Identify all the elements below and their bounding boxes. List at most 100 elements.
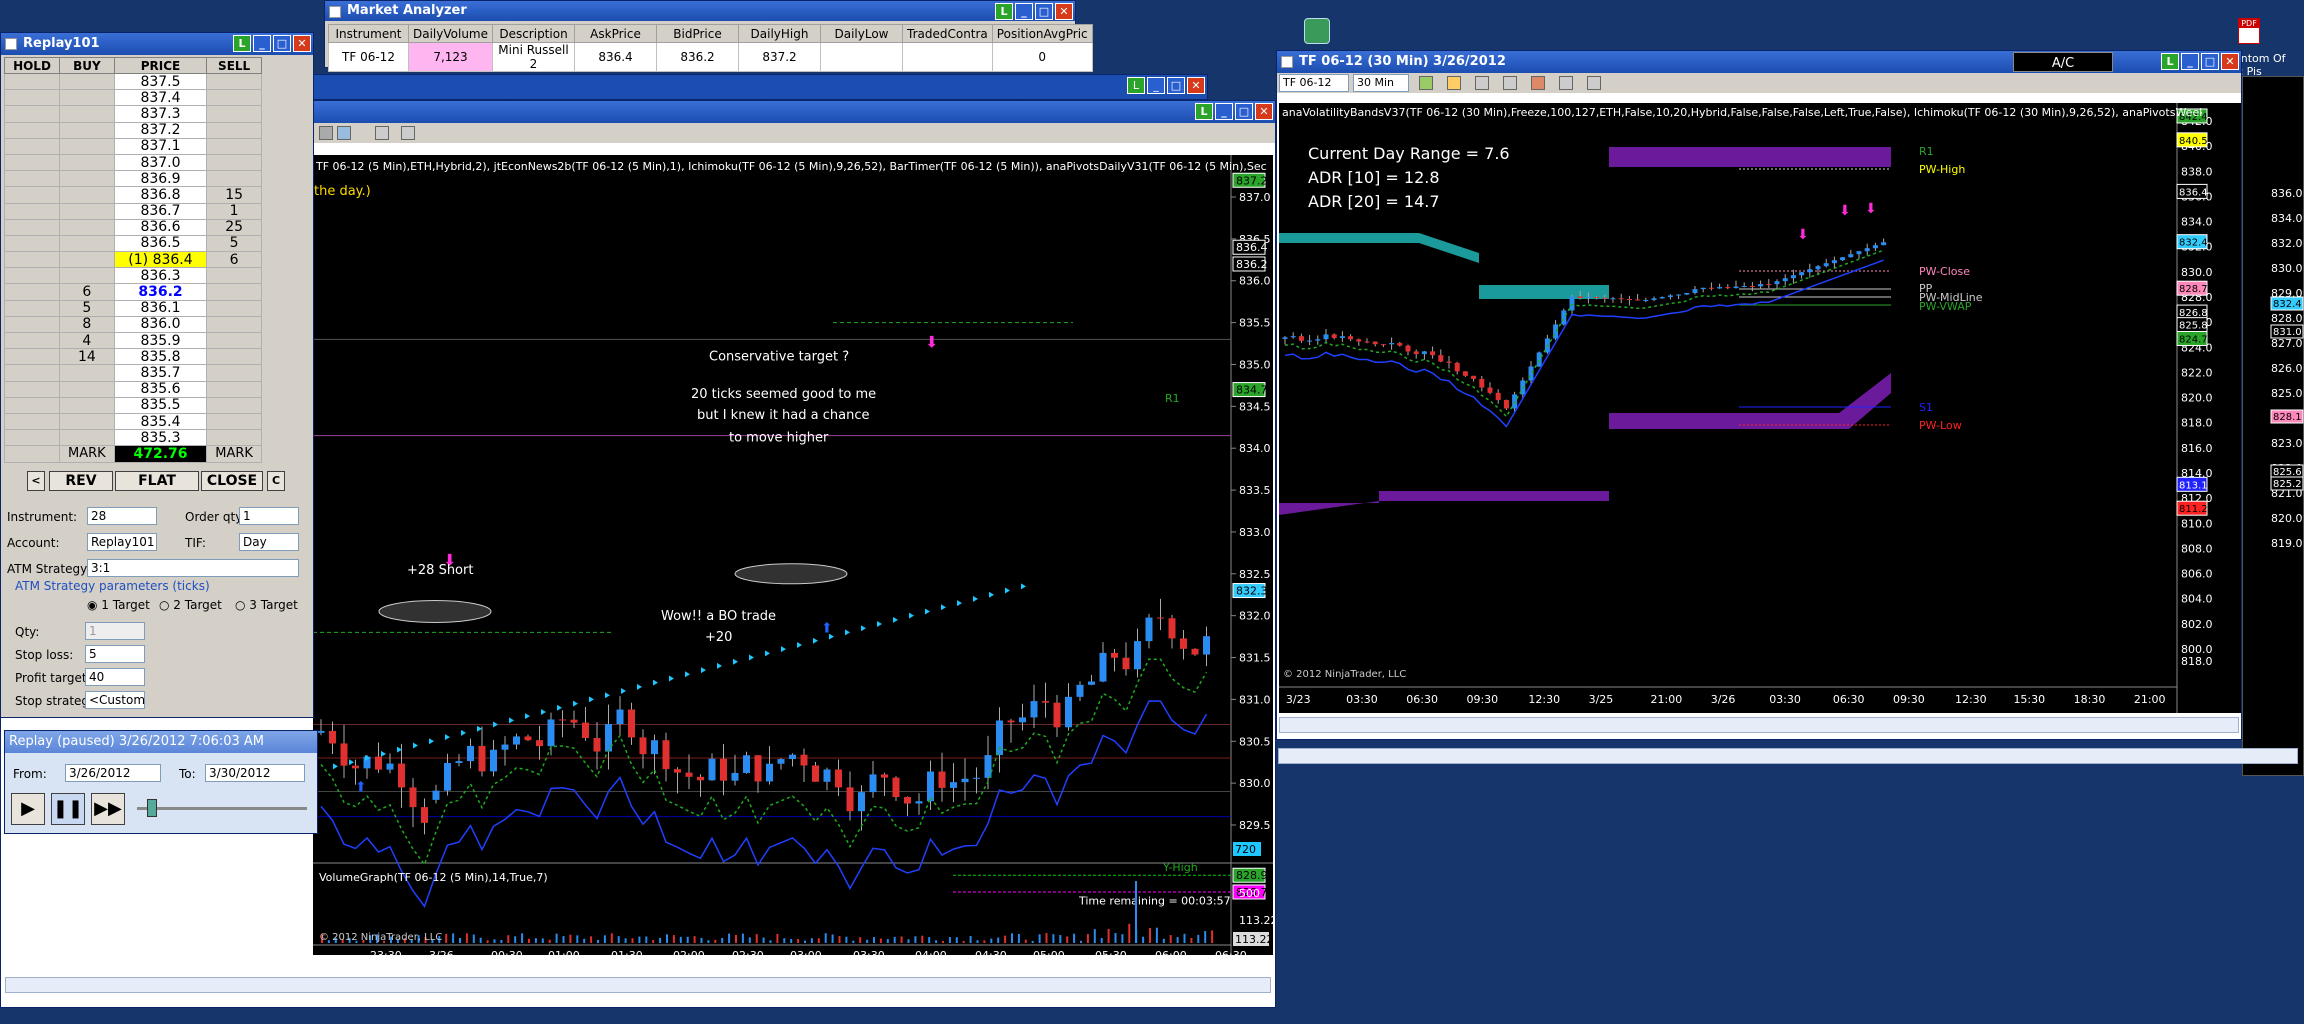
toolbar-icon[interactable]: [1559, 76, 1573, 90]
hold-cell[interactable]: [4, 380, 60, 398]
price-cell[interactable]: 836.8: [113, 186, 208, 204]
price-cell[interactable]: 836.3: [113, 267, 208, 285]
buy-cell[interactable]: [59, 170, 115, 188]
from-date-field[interactable]: 3/26/2012: [65, 764, 161, 782]
toolbar-icon[interactable]: [375, 126, 389, 140]
column-header[interactable]: TradedContra: [902, 24, 993, 43]
pause-button[interactable]: ❚❚: [51, 793, 85, 825]
cell[interactable]: TF 06-12: [328, 42, 409, 72]
cell[interactable]: 837.2: [738, 42, 821, 72]
minimize-icon[interactable]: _: [1147, 77, 1165, 94]
link-icon[interactable]: L: [233, 35, 251, 52]
cell[interactable]: 836.2: [656, 42, 739, 72]
sell-cell[interactable]: [206, 299, 262, 317]
buy-cell[interactable]: 4: [59, 331, 115, 350]
hold-cell[interactable]: [4, 364, 60, 382]
link-icon[interactable]: L: [1127, 77, 1145, 94]
toolbar-icon[interactable]: [401, 126, 415, 140]
buy-cell[interactable]: 5: [59, 299, 115, 317]
hold-cell[interactable]: [4, 234, 60, 253]
hold-cell[interactable]: [4, 153, 60, 172]
buy-cell[interactable]: [59, 202, 115, 220]
minimize-icon[interactable]: _: [253, 35, 271, 52]
market-analyzer-titlebar[interactable]: Market Analyzer L _ □ ✕: [325, 1, 1075, 21]
maximize-icon[interactable]: □: [2201, 53, 2219, 70]
stop-strategy-select[interactable]: <Custom: [85, 691, 145, 709]
pdf-desktop-icon[interactable]: PDF: [2238, 18, 2260, 44]
buy-cell[interactable]: [59, 380, 115, 398]
stop-loss-stepper[interactable]: 5: [85, 645, 145, 663]
minimize-icon[interactable]: _: [2181, 53, 2199, 70]
hold-cell[interactable]: [4, 202, 60, 220]
profit-target-stepper[interactable]: 40: [85, 668, 145, 686]
hold-cell[interactable]: [4, 105, 60, 123]
price-cell[interactable]: 835.9: [113, 331, 208, 350]
buy-cell[interactable]: 8: [59, 315, 115, 334]
hold-cell[interactable]: [4, 299, 60, 317]
sell-cell[interactable]: [206, 283, 262, 301]
hold-cell[interactable]: [4, 137, 60, 155]
buy-cell[interactable]: [59, 105, 115, 123]
minimize-icon[interactable]: _: [1215, 103, 1233, 120]
price-cell[interactable]: 835.8: [113, 348, 208, 366]
toolbar-icon[interactable]: [1587, 76, 1601, 90]
sell-cell[interactable]: [206, 153, 262, 172]
sell-cell[interactable]: [206, 170, 262, 188]
column-header[interactable]: Description: [492, 24, 575, 43]
maximize-icon[interactable]: □: [273, 35, 291, 52]
buy-cell[interactable]: [59, 153, 115, 172]
buy-cell[interactable]: 6: [59, 283, 115, 301]
price-cell[interactable]: 835.7: [113, 364, 208, 382]
hold-cell[interactable]: [4, 283, 60, 301]
sell-cell[interactable]: [206, 429, 262, 447]
price-cell[interactable]: 837.3: [113, 105, 208, 123]
replay-slider-handle[interactable]: [147, 799, 157, 817]
sell-cell[interactable]: [206, 315, 262, 334]
sell-cell[interactable]: [206, 105, 262, 123]
sell-cell[interactable]: 1: [206, 202, 262, 220]
cell[interactable]: [902, 42, 993, 72]
maximize-icon[interactable]: □: [1167, 77, 1185, 94]
buy-cell[interactable]: [59, 218, 115, 236]
sell-cell[interactable]: [206, 331, 262, 350]
atm-strategy-select[interactable]: 3:1: [87, 559, 299, 577]
sell-cell[interactable]: 15: [206, 186, 262, 204]
fast-forward-button[interactable]: ▶▶: [91, 793, 125, 825]
buy-cell[interactable]: [59, 412, 115, 431]
toolbar-icon[interactable]: [319, 126, 333, 140]
desktop-icon[interactable]: [1304, 18, 1330, 44]
price-cell[interactable]: 835.4: [113, 412, 208, 431]
replay-titlebar[interactable]: Replay (paused) 3/26/2012 7:06:03 AM: [5, 731, 317, 753]
column-header[interactable]: BidPrice: [656, 24, 739, 43]
sell-cell[interactable]: [206, 364, 262, 382]
buy-cell[interactable]: [59, 429, 115, 447]
link-icon[interactable]: L: [1195, 103, 1213, 120]
c-button[interactable]: C: [267, 471, 285, 491]
chart-30min-titlebar[interactable]: TF 06-12 (30 Min) 3/26/2012 A/C L _ □ ✕: [1277, 51, 2241, 73]
hold-cell[interactable]: [4, 267, 60, 285]
hold-cell[interactable]: [4, 251, 60, 269]
hold-cell[interactable]: [4, 121, 60, 139]
minimize-icon[interactable]: _: [1015, 3, 1033, 20]
pencil-icon[interactable]: [1447, 76, 1461, 90]
column-header[interactable]: PositionAvgPric: [991, 24, 1093, 43]
price-chart-5min-svg[interactable]: 837.0836.5836.0835.5835.0834.5834.0833.5…: [313, 155, 1273, 955]
sell-cell[interactable]: 25: [206, 218, 262, 236]
horizontal-scrollbar[interactable]: [5, 977, 1271, 993]
hold-cell[interactable]: [4, 170, 60, 188]
maximize-icon[interactable]: □: [1235, 103, 1253, 120]
price-cell[interactable]: 835.6: [113, 380, 208, 398]
target2-radio[interactable]: ○ 2 Target: [159, 598, 222, 612]
price-cell[interactable]: 836.6: [113, 218, 208, 236]
mark-right-button[interactable]: MARK: [206, 445, 262, 463]
cell[interactable]: 836.4: [574, 42, 657, 72]
prev-button[interactable]: <: [27, 471, 45, 491]
maximize-icon[interactable]: □: [1035, 3, 1053, 20]
buy-cell[interactable]: [59, 396, 115, 414]
horizontal-scrollbar-30min[interactable]: [1279, 717, 2239, 733]
sell-cell[interactable]: 5: [206, 234, 262, 253]
hold-cell[interactable]: [4, 412, 60, 431]
sell-cell[interactable]: [206, 72, 262, 91]
price-cell[interactable]: 836.2: [113, 283, 208, 301]
instrument-select[interactable]: 28: [87, 507, 157, 525]
